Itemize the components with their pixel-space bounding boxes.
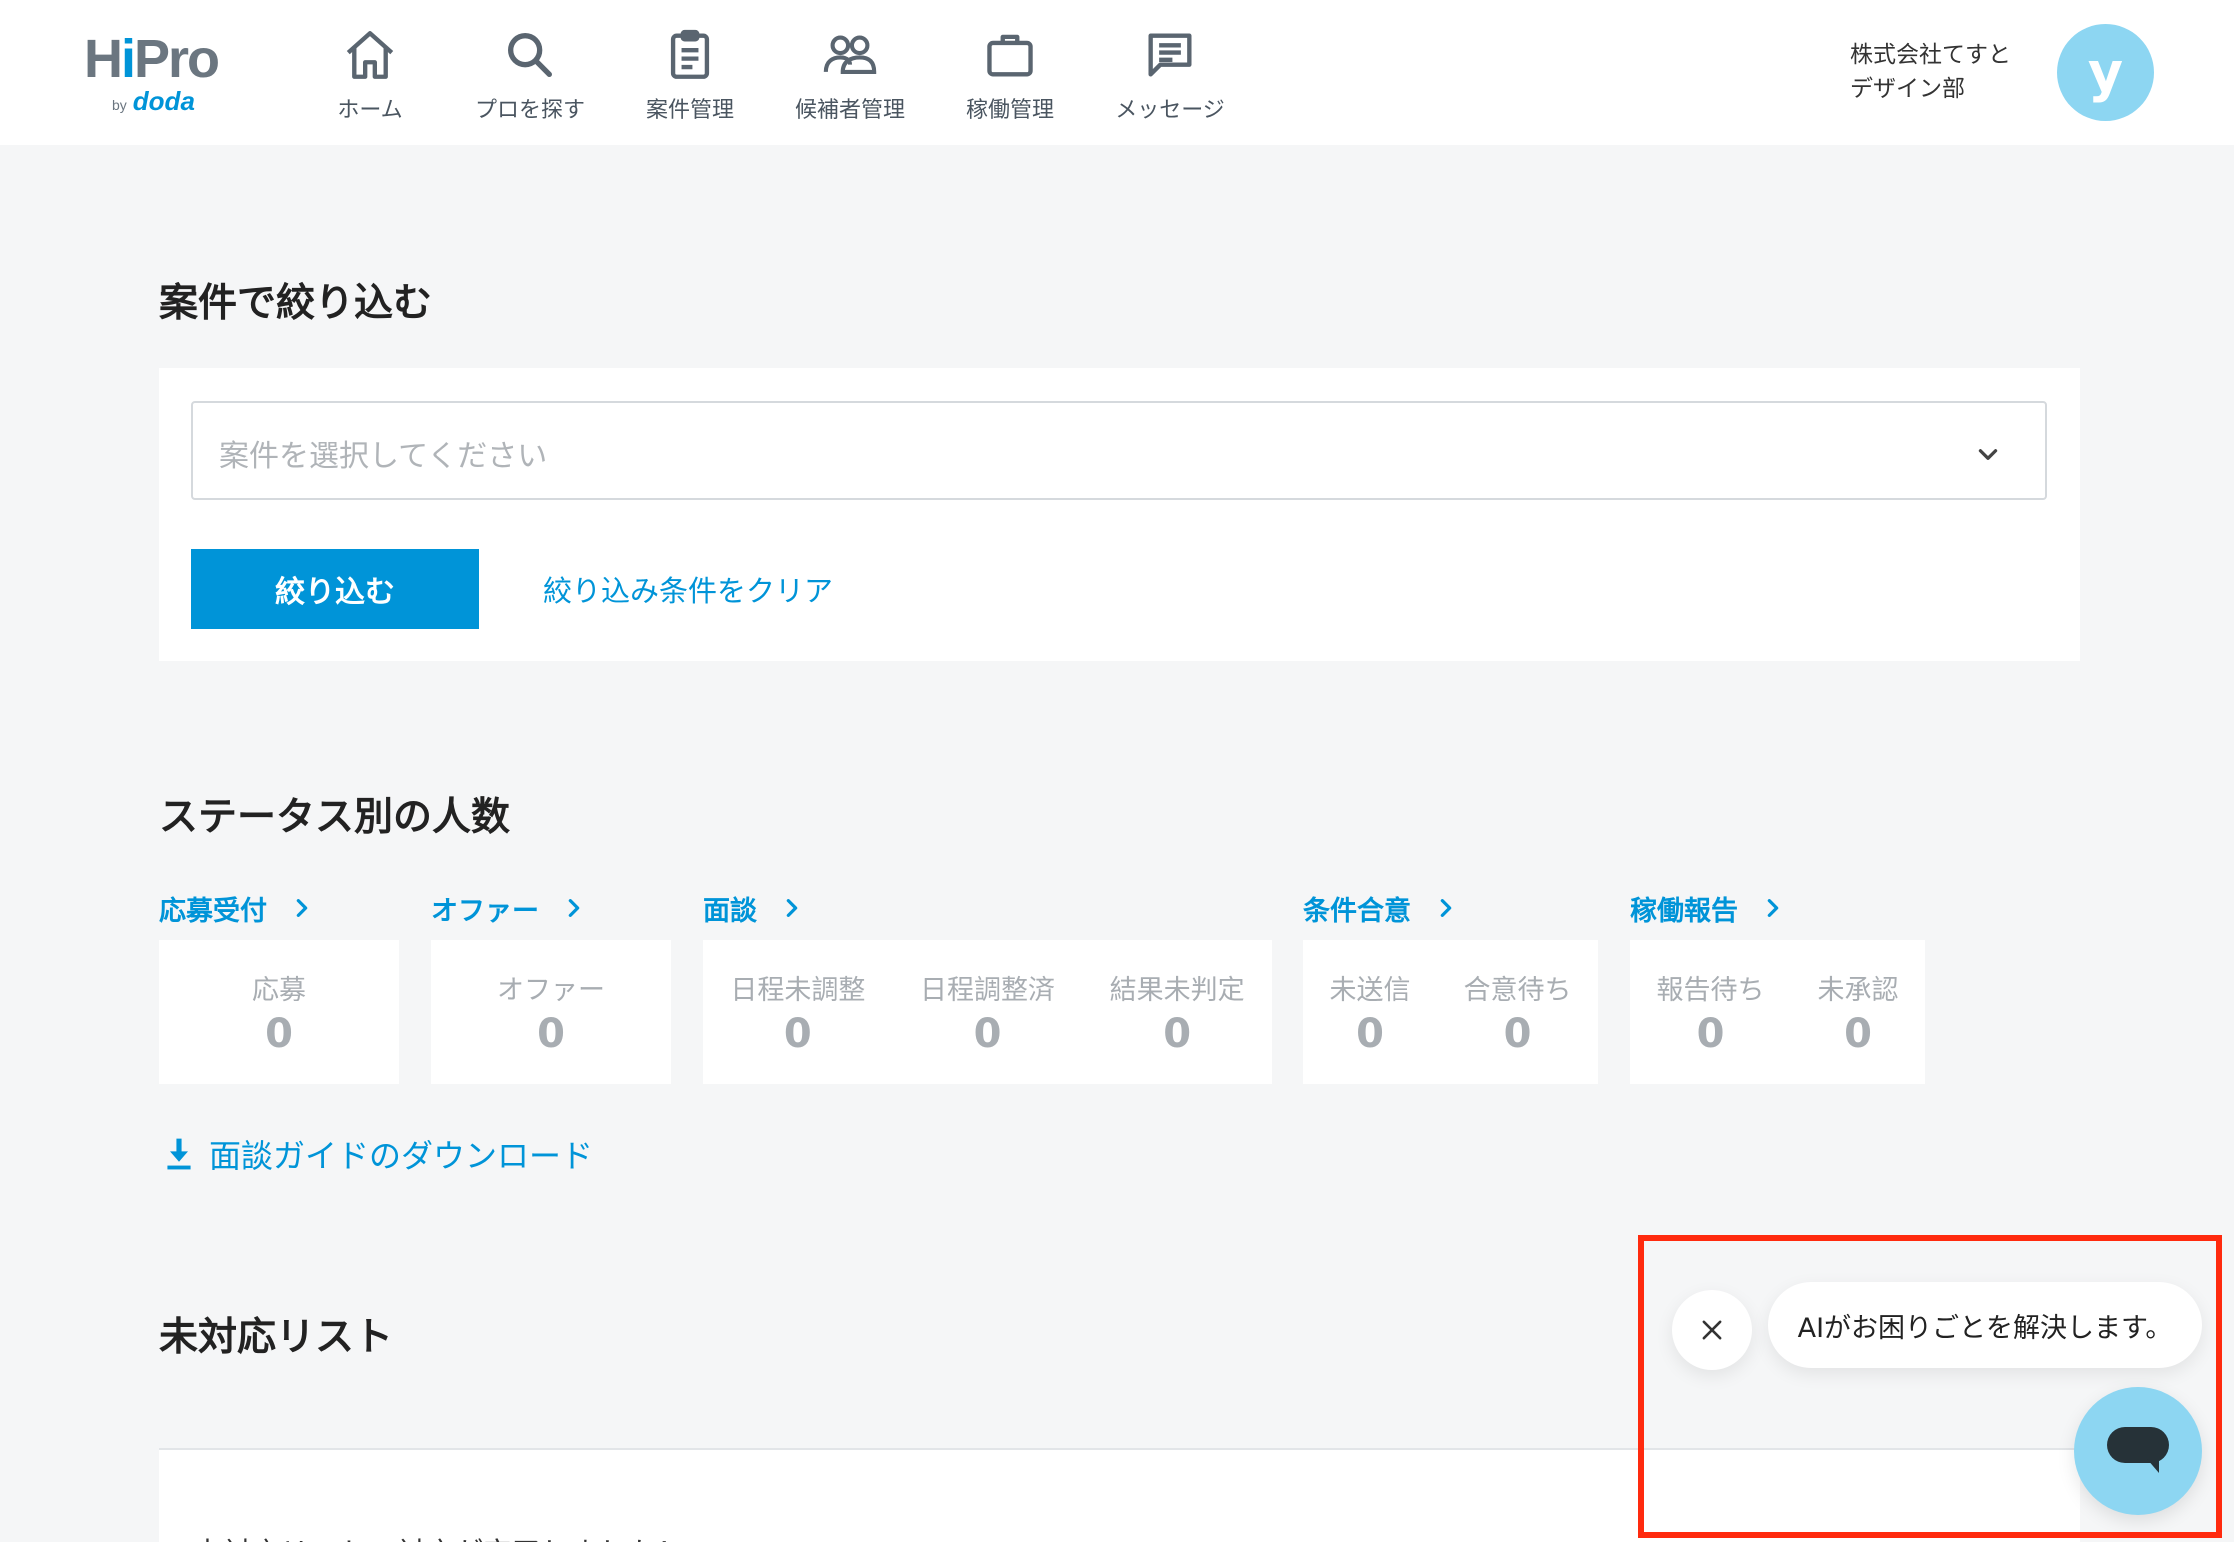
status-group-offer-link[interactable]: オファー <box>431 888 585 928</box>
interview-guide-download-link[interactable]: 面談ガイドのダウンロード <box>163 1131 593 1177</box>
department-name: デザイン部 <box>1850 76 1965 102</box>
status-box-interview: 日程未調整 0 日程調整済 0 結果未判定 0 <box>703 940 1272 1084</box>
nav-item-operations[interactable]: 稼働管理 <box>930 26 1090 126</box>
stat-item: 応募 0 <box>252 974 306 1057</box>
status-box-report: 報告待ち 0 未承認 0 <box>1630 940 1925 1084</box>
status-box-offer: オファー 0 <box>431 940 671 1084</box>
ai-chat-launcher-button[interactable] <box>2074 1387 2202 1515</box>
users-icon <box>823 35 877 74</box>
filter-button[interactable]: 絞り込む <box>191 549 479 629</box>
chevron-right-icon <box>1767 899 1779 917</box>
nav-item-search-pro[interactable]: プロを探す <box>450 26 610 126</box>
stat-item: 合意待ち 0 <box>1463 974 1572 1057</box>
briefcase-icon <box>987 34 1033 77</box>
chevron-right-icon <box>1440 899 1452 917</box>
status-group-interview: 面談 <box>703 888 803 928</box>
filter-section-title: 案件で絞り込む <box>159 281 433 326</box>
hipro-logo[interactable]: HiPro by doda <box>84 30 244 116</box>
home-icon <box>346 31 394 79</box>
filter-card: 案件を選択してください 絞り込む 絞り込み条件をクリア <box>159 368 2080 661</box>
status-group-application: 応募受付 <box>159 888 313 928</box>
stat-item: オファー 0 <box>497 974 605 1057</box>
nav-item-home[interactable]: ホーム <box>290 26 450 126</box>
ai-help-bubble[interactable]: AIがお困りごとを解決します。 <box>1768 1282 2202 1368</box>
ai-close-button[interactable] <box>1672 1290 1752 1370</box>
company-name: 株式会社てすと <box>1850 42 2011 68</box>
nav-item-messages[interactable]: メッセージ <box>1090 26 1250 126</box>
nav-item-candidates[interactable]: 候補者管理 <box>770 26 930 126</box>
close-icon <box>1702 1320 1722 1340</box>
avatar[interactable]: y <box>2057 24 2154 121</box>
stat-item: 未送信 0 <box>1329 974 1411 1057</box>
project-select[interactable]: 案件を選択してください <box>191 401 2047 500</box>
message-icon <box>1148 33 1192 77</box>
nav-item-projects[interactable]: 案件管理 <box>610 26 770 126</box>
status-group-interview-link[interactable]: 面談 <box>703 888 803 928</box>
stat-item: 日程未調整 0 <box>730 974 866 1057</box>
status-group-agreement-link[interactable]: 条件合意 <box>1303 888 1457 928</box>
clipboard-icon <box>670 29 710 79</box>
project-select-placeholder: 案件を選択してください <box>219 439 548 474</box>
status-group-report: 稼働報告 <box>1630 888 1784 928</box>
clear-filter-link[interactable]: 絞り込み条件をクリア <box>543 568 833 610</box>
stat-item: 報告待ち 0 <box>1656 974 1765 1057</box>
stat-item: 結果未判定 0 <box>1109 974 1245 1057</box>
status-section-title: ステータス別の人数 <box>159 795 511 840</box>
main-nav: ホーム プロを探す 案件管理 候補者管理 稼働管理 メッセージ <box>290 26 1250 126</box>
status-group-offer: オファー <box>431 888 585 928</box>
status-group-report-link[interactable]: 稼働報告 <box>1630 888 1784 928</box>
status-group-agreement: 条件合意 <box>1303 888 1457 928</box>
search-icon <box>508 33 552 77</box>
pending-section-title: 未対応リスト <box>159 1315 394 1360</box>
chat-icon <box>2107 1427 2169 1473</box>
download-icon <box>167 1138 191 1170</box>
pending-complete-message: 未対応リストの対応が完了しました！ <box>193 1530 686 1542</box>
status-group-application-link[interactable]: 応募受付 <box>159 888 313 928</box>
status-box-application: 応募 0 <box>159 940 399 1084</box>
chevron-right-icon <box>568 899 580 917</box>
chevron-down-icon <box>1978 449 1998 460</box>
top-header: HiPro by doda ホーム プロを探す 案件管理 候補者管理 稼働管理 メ… <box>0 0 2234 145</box>
status-counts: 応募受付 応募 0 オファー オファー 0 面談 日程未調整 0 日程調整済 0… <box>159 888 1939 1088</box>
chevron-right-icon <box>786 899 798 917</box>
stat-item: 日程調整済 0 <box>919 974 1055 1057</box>
stat-item: 未承認 0 <box>1817 974 1899 1057</box>
status-box-agreement: 未送信 0 合意待ち 0 <box>1303 940 1598 1084</box>
chevron-right-icon <box>296 899 308 917</box>
company-info: 株式会社てすと デザイン部 <box>1850 38 2011 106</box>
